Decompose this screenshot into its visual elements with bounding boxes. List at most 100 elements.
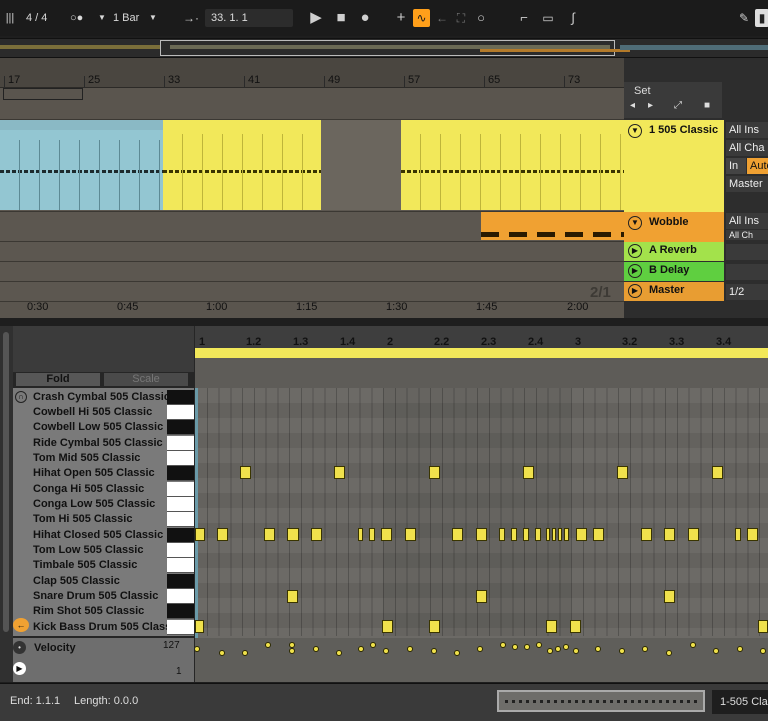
- track-lane-505[interactable]: [0, 120, 624, 212]
- track-lane-master[interactable]: [0, 282, 624, 302]
- time-marker: 1:30: [386, 301, 408, 313]
- device-name[interactable]: 1-505 Cla: [712, 690, 768, 714]
- follow-arrow-icon[interactable]: →·: [180, 9, 202, 27]
- curve-icon[interactable]: ∫: [563, 9, 583, 27]
- arrangement-view: 17 25 33 41 49 57 65 73 2/1 0:30 0:45 1:…: [0, 58, 624, 318]
- master-output-select[interactable]: 1/2: [726, 284, 768, 300]
- drum-pad-name[interactable]: Hihat Open 505 Classic: [33, 466, 188, 481]
- input-type-select[interactable]: All Ins: [726, 213, 768, 229]
- link-icon[interactable]: ∿: [413, 9, 430, 27]
- time-signature[interactable]: 4 / 4: [26, 9, 47, 27]
- fold-button[interactable]: Fold: [16, 373, 100, 386]
- drum-pad-name[interactable]: Clap 505 Classic: [33, 574, 188, 589]
- beat-marker: 2.3: [481, 336, 497, 348]
- fold-triangle-icon[interactable]: ▼: [628, 216, 642, 230]
- track-header-reverb[interactable]: ▶ A Reverb: [624, 242, 724, 261]
- drum-pad-name[interactable]: Ride Cymbal 505 Classic: [33, 436, 188, 451]
- drum-pad-name[interactable]: Tom Hi 505 Classic: [33, 512, 188, 527]
- loop-icon[interactable]: ○: [473, 9, 489, 27]
- track-header-delay[interactable]: ▶ B Delay: [624, 262, 724, 281]
- return-io-slot[interactable]: [726, 244, 768, 260]
- track-header-wobble[interactable]: ▼ Wobble: [624, 212, 724, 242]
- output-select[interactable]: Master: [726, 176, 768, 192]
- bar-marker: 25: [88, 74, 101, 86]
- midi-keys-icon[interactable]: ▮: [755, 9, 768, 27]
- expand-icon[interactable]: ⤢: [674, 100, 682, 111]
- track-headers: Set ◂ ▸ ⤢ ■ ▼ 1 505 Classic All Ins All …: [624, 58, 768, 318]
- drum-pad-name[interactable]: Crash Cymbal 505 Classic: [33, 390, 188, 405]
- track-lane-delay[interactable]: [0, 262, 624, 282]
- quantize-menu[interactable]: 1 Bar: [113, 9, 139, 27]
- bar-marker: 17: [8, 74, 21, 86]
- tap-tempo-icon[interactable]: |||: [3, 9, 17, 27]
- headphones-icon[interactable]: ∩: [15, 391, 27, 403]
- midi-clip-overview[interactable]: [497, 690, 705, 712]
- play-triangle-icon[interactable]: ▶: [628, 264, 642, 278]
- beat-marker: 3.4: [716, 336, 732, 348]
- track-name: B Delay: [649, 264, 690, 276]
- drum-pad-name[interactable]: Timbale 505 Classic: [33, 558, 188, 573]
- add-icon[interactable]: +: [393, 9, 409, 27]
- return-io-slot[interactable]: [726, 264, 768, 280]
- collapse-icon[interactable]: •: [13, 641, 26, 654]
- play-icon[interactable]: ▶: [13, 662, 26, 675]
- drum-pad-name[interactable]: Conga Low 505 Classic: [33, 497, 188, 512]
- arrow-right-icon[interactable]: ▸: [648, 100, 653, 111]
- drum-pad-name[interactable]: Tom Low 505 Classic: [33, 543, 188, 558]
- drum-pad-name[interactable]: Snare Drum 505 Classic: [33, 589, 188, 604]
- clip[interactable]: [481, 212, 624, 240]
- clip[interactable]: [0, 120, 163, 210]
- lock-icon[interactable]: ■: [704, 100, 710, 111]
- chevron-down-icon[interactable]: ▼: [149, 9, 157, 27]
- monitor-in-button[interactable]: In: [726, 158, 746, 174]
- play-triangle-icon[interactable]: ▶: [628, 284, 642, 298]
- song-overview[interactable]: [0, 38, 768, 58]
- track-header-505[interactable]: ▼ 1 505 Classic: [624, 120, 724, 212]
- beat-marker: 3.3: [669, 336, 685, 348]
- track-lane-wobble[interactable]: [0, 212, 624, 242]
- capture-icon[interactable]: ▭: [538, 9, 558, 27]
- punch-icon[interactable]: ⛶: [453, 9, 469, 27]
- drum-pad-name[interactable]: Cowbell Hi 505 Classic: [33, 405, 188, 420]
- length-display: Length: 0.0.0: [74, 695, 139, 707]
- beat-marker: 1.2: [246, 336, 262, 348]
- drum-pad-name[interactable]: Kick Bass Drum 505 Classic: [33, 620, 188, 635]
- bar-ruler[interactable]: 17 25 33 41 49 57 65 73: [0, 58, 624, 88]
- automation-icon[interactable]: ⌐: [514, 9, 534, 27]
- back-arrow-icon[interactable]: ←: [13, 618, 29, 632]
- back-arrow-icon[interactable]: ←: [434, 9, 450, 27]
- loop-region-bar[interactable]: [195, 348, 768, 358]
- monitor-auto-button[interactable]: Auto: [747, 158, 768, 174]
- drum-pad-name[interactable]: Rim Shot 505 Classic: [33, 604, 188, 619]
- play-triangle-icon[interactable]: ▶: [628, 244, 642, 258]
- drum-pad-name[interactable]: Tom Mid 505 Classic: [33, 451, 188, 466]
- scale-button[interactable]: Scale: [104, 373, 188, 386]
- arrow-left-icon[interactable]: ◂: [630, 100, 635, 111]
- draw-mode-icon[interactable]: ✎: [735, 9, 753, 27]
- stop-icon[interactable]: ■: [333, 9, 349, 27]
- record-icon[interactable]: ●: [356, 9, 374, 27]
- beat-marker: 2.2: [434, 336, 450, 348]
- loop-brace[interactable]: [3, 88, 83, 100]
- velocity-lane-header: Velocity 127 1: [13, 638, 194, 682]
- track-header-master[interactable]: ▶ Master: [624, 282, 724, 301]
- note-grid[interactable]: 1 1.2 1.3 1.4 2 2.2 2.3 2.4 3 3.2 3.3 3.…: [195, 326, 768, 682]
- track-lane-reverb[interactable]: [0, 242, 624, 262]
- velocity-lane[interactable]: [195, 638, 768, 682]
- chevron-down-icon[interactable]: ▼: [98, 9, 106, 27]
- input-channel-select[interactable]: All Ch: [726, 230, 768, 240]
- clip[interactable]: [401, 120, 624, 210]
- input-channel-select[interactable]: All Cha: [726, 140, 768, 156]
- fold-triangle-icon[interactable]: ▼: [628, 124, 642, 138]
- input-type-select[interactable]: All Ins: [726, 122, 768, 138]
- drum-pad-name[interactable]: Cowbell Low 505 Classic: [33, 420, 188, 435]
- beat-marker: 3: [575, 336, 582, 348]
- clip[interactable]: [163, 120, 321, 210]
- song-position[interactable]: 33. 1. 1: [205, 9, 293, 27]
- play-icon[interactable]: ▶: [308, 9, 324, 27]
- drum-pad-name[interactable]: Conga Hi 505 Classic: [33, 482, 188, 497]
- beat-marker: 2.4: [528, 336, 544, 348]
- scrollbar[interactable]: [3, 332, 9, 632]
- drum-pad-name[interactable]: Hihat Closed 505 Classic: [33, 528, 188, 543]
- metronome-icon[interactable]: ○●: [70, 9, 83, 27]
